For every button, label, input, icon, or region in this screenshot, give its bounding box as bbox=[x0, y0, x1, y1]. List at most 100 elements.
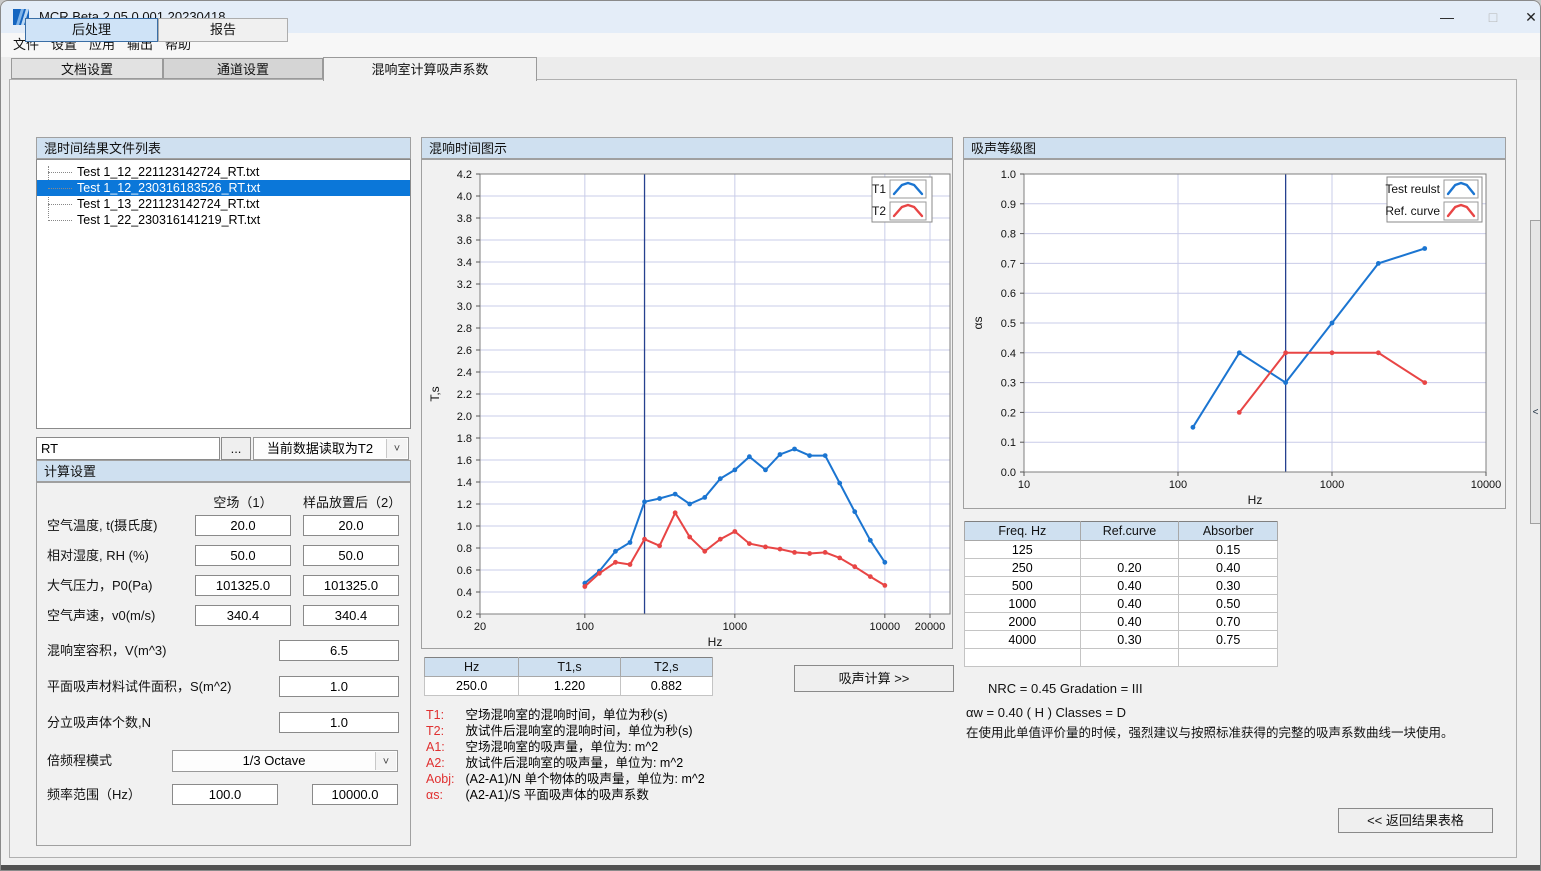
svg-text:2.8: 2.8 bbox=[457, 323, 472, 335]
table-row[interactable]: 10000.400.50 bbox=[965, 595, 1278, 613]
svg-text:2.0: 2.0 bbox=[457, 411, 472, 423]
field-2-row1[interactable] bbox=[303, 545, 399, 566]
note-label: T1: bbox=[426, 707, 462, 723]
table-cell: 0.40 bbox=[1080, 577, 1179, 595]
tab-2[interactable]: 混响室计算吸声系数 bbox=[323, 57, 537, 81]
note-line: Aobj: (A2-A1)/N 单个物体的吸声量，单位为: m^2 bbox=[426, 771, 705, 787]
file-name: Test 1_13_221123142724_RT.txt bbox=[77, 197, 259, 211]
table-cell: 0.40 bbox=[1179, 559, 1278, 577]
svg-text:0.8: 0.8 bbox=[457, 543, 472, 555]
field-label: 混响室容积，V(m^3) bbox=[47, 640, 167, 661]
table-row[interactable] bbox=[965, 649, 1278, 667]
grade-table[interactable]: Freq. HzRef.curveAbsorber1250.152500.200… bbox=[964, 521, 1278, 667]
field-label: 频率范围（Hz） bbox=[47, 784, 141, 805]
note-line: T2: 放试件后混响室的混响时间，单位为秒(s) bbox=[426, 723, 705, 739]
svg-text:T2: T2 bbox=[872, 204, 886, 218]
svg-text:20: 20 bbox=[474, 621, 486, 633]
svg-text:1.4: 1.4 bbox=[457, 477, 472, 489]
single-field-row1[interactable] bbox=[279, 676, 399, 697]
table-row[interactable]: 40000.300.75 bbox=[965, 631, 1278, 649]
note-text: 放试件后混响室的吸声量，单位为: m^2 bbox=[462, 756, 683, 770]
tree-branch-icon bbox=[48, 172, 72, 173]
table-cell: 0.30 bbox=[1179, 577, 1278, 595]
browse-button[interactable]: ... bbox=[221, 437, 251, 460]
file-name: Test 1_12_221123142724_RT.txt bbox=[77, 165, 259, 179]
single-field-row0[interactable] bbox=[279, 640, 399, 661]
note-line: A2: 放试件后混响室的吸声量，单位为: m^2 bbox=[426, 755, 705, 771]
collapse-arrow-icon: < bbox=[1531, 407, 1540, 418]
svg-text:αs: αs bbox=[971, 317, 985, 330]
svg-text:1.8: 1.8 bbox=[457, 433, 472, 445]
subtab-postprocess[interactable]: 后处理 bbox=[25, 18, 158, 42]
freq-max-field[interactable] bbox=[312, 784, 398, 805]
svg-text:0.0: 0.0 bbox=[1001, 467, 1016, 479]
collapse-splitter[interactable]: < bbox=[1530, 220, 1541, 524]
field-1-row3[interactable] bbox=[195, 605, 291, 626]
svg-text:T1: T1 bbox=[872, 182, 886, 196]
note-text: (A2-A1)/S 平面吸声体的吸声系数 bbox=[462, 788, 649, 802]
field-1-row1[interactable] bbox=[195, 545, 291, 566]
table-row[interactable]: 2500.200.40 bbox=[965, 559, 1278, 577]
field-2-row2[interactable] bbox=[303, 575, 399, 596]
table-cell: 0.15 bbox=[1179, 541, 1278, 559]
single-field-row2[interactable] bbox=[279, 712, 399, 733]
svg-text:10: 10 bbox=[1018, 479, 1030, 491]
tab-strip: 文档设置通道设置混响室计算吸声系数 bbox=[1, 57, 1540, 80]
table-cell: 500 bbox=[965, 577, 1081, 595]
note-text: 放试件后混响室的混响时间，单位为秒(s) bbox=[462, 724, 693, 738]
minimize-button[interactable]: — bbox=[1424, 1, 1470, 33]
svg-text:3.6: 3.6 bbox=[457, 235, 472, 247]
table-row[interactable]: 5000.400.30 bbox=[965, 577, 1278, 595]
table-header: Ref.curve bbox=[1080, 522, 1179, 541]
tree-branch-icon bbox=[48, 204, 72, 205]
field-1-row0[interactable] bbox=[195, 515, 291, 536]
note-text: 空场混响室的吸声量，单位为: m^2 bbox=[462, 740, 658, 754]
svg-text:4.0: 4.0 bbox=[457, 191, 472, 203]
chevron-down-icon[interactable]: ˅ bbox=[375, 752, 396, 770]
tree-branch-icon bbox=[48, 188, 72, 189]
chevron-down-icon[interactable]: ˅ bbox=[386, 439, 407, 458]
table-row[interactable]: 1250.15 bbox=[965, 541, 1278, 559]
close-button[interactable]: ✕ bbox=[1508, 1, 1541, 33]
tab-0[interactable]: 文档设置 bbox=[11, 58, 163, 79]
subtab-report[interactable]: 报告 bbox=[158, 18, 288, 42]
field-2-row0[interactable] bbox=[303, 515, 399, 536]
absorption-calc-button[interactable]: 吸声计算 >> bbox=[794, 665, 954, 692]
freq-min-field[interactable] bbox=[172, 784, 278, 805]
svg-text:1.2: 1.2 bbox=[457, 499, 472, 511]
table-row[interactable]: 20000.400.70 bbox=[965, 613, 1278, 631]
taskbar-edge bbox=[1, 865, 1540, 870]
rt-name-input[interactable] bbox=[36, 437, 220, 460]
table-cell: 0.75 bbox=[1179, 631, 1278, 649]
note-text: 空场混响室的混响时间，单位为秒(s) bbox=[462, 708, 668, 722]
file-list-item[interactable]: Test 1_22_230316141219_RT.txt bbox=[37, 212, 410, 228]
rt-chart-header: 混响时间图示 bbox=[421, 137, 953, 159]
data-read-select[interactable]: 当前数据读取为T2 ˅ bbox=[253, 437, 409, 460]
field-1-row2[interactable] bbox=[195, 575, 291, 596]
svg-text:1.0: 1.0 bbox=[457, 521, 472, 533]
tree-branch-icon bbox=[48, 220, 72, 221]
rt-value-table[interactable]: HzT1,sT2,s250.01.2200.882 bbox=[424, 657, 713, 696]
table-cell: 250 bbox=[965, 559, 1081, 577]
tab-1[interactable]: 通道设置 bbox=[163, 58, 323, 79]
back-to-results-button[interactable]: << 返回结果表格 bbox=[1338, 808, 1493, 833]
table-cell bbox=[1179, 649, 1278, 667]
field-2-row3[interactable] bbox=[303, 605, 399, 626]
file-list[interactable]: Test 1_12_221123142724_RT.txtTest 1_12_2… bbox=[36, 159, 411, 429]
note-label: A2: bbox=[426, 755, 462, 771]
calc-settings-header: 计算设置 bbox=[36, 460, 411, 482]
file-list-item[interactable]: Test 1_12_230316183526_RT.txt bbox=[37, 180, 410, 196]
table-row[interactable]: 250.01.2200.882 bbox=[425, 677, 713, 696]
octave-mode-select[interactable]: 1/3 Octave˅ bbox=[172, 750, 398, 772]
svg-text:3.0: 3.0 bbox=[457, 301, 472, 313]
svg-text:T,s: T,s bbox=[428, 386, 442, 401]
note-line: T1: 空场混响室的混响时间，单位为秒(s) bbox=[426, 707, 705, 723]
svg-text:Test reulst: Test reulst bbox=[1385, 182, 1440, 196]
file-list-item[interactable]: Test 1_12_221123142724_RT.txt bbox=[37, 164, 410, 180]
svg-text:1.6: 1.6 bbox=[457, 455, 472, 467]
svg-text:0.4: 0.4 bbox=[457, 587, 472, 599]
table-cell: 0.20 bbox=[1080, 559, 1179, 577]
table-cell: 0.30 bbox=[1080, 631, 1179, 649]
table-cell bbox=[1080, 541, 1179, 559]
file-list-item[interactable]: Test 1_13_221123142724_RT.txt bbox=[37, 196, 410, 212]
